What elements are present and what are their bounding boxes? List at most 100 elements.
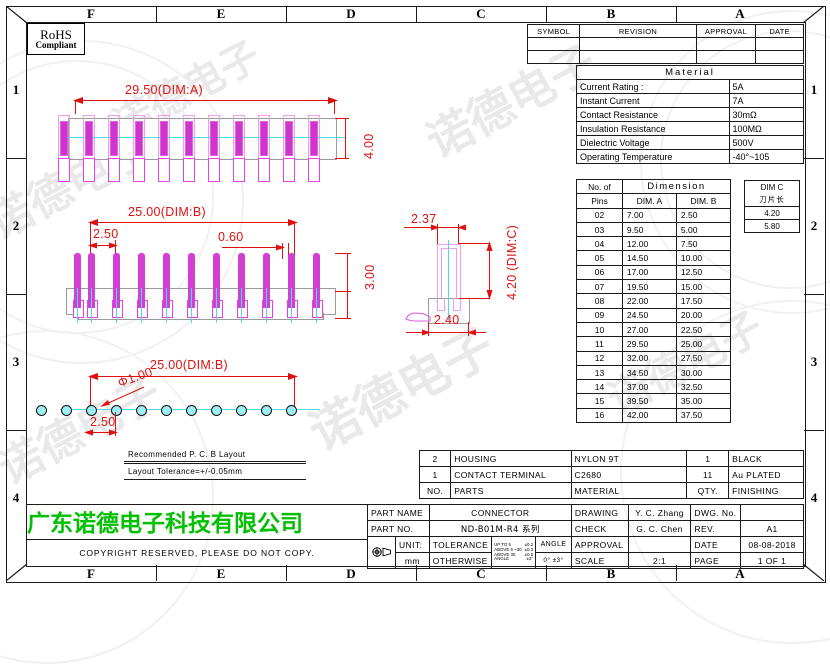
dim-b-value: 32.50	[675, 379, 732, 395]
dim-pins: 03	[576, 221, 623, 238]
dim-pins: 06	[576, 264, 623, 281]
top-view-width-dimension: 29.50(DIM:A)	[125, 83, 203, 97]
pin-tail	[258, 158, 270, 182]
arrow-right-icon	[276, 244, 285, 251]
arrow-right-icon	[431, 224, 440, 231]
zone-tick-bottom	[286, 565, 287, 581]
pcb-layout-tolerance: Layout Tolerance=+/-0.05mm	[128, 467, 243, 476]
extension-line	[335, 318, 351, 319]
zone-label-top: F	[87, 6, 95, 21]
tolerance-label: TOLERANCE	[428, 536, 493, 553]
dim-a-value: 17.00	[621, 264, 677, 281]
dim-c-subheader: 刀片长	[744, 193, 800, 207]
part-name-label: PART NAME	[367, 504, 430, 521]
dim-b-value: 25.00	[675, 336, 732, 352]
table-row: 4.20	[744, 206, 800, 220]
caption-underline	[124, 463, 306, 464]
part-name: CONTACT TERMINAL	[450, 466, 572, 483]
zone-label-right: 2	[810, 218, 818, 233]
pin-centerline	[316, 288, 317, 323]
bill-of-materials-table: 2 HOUSING NYLON 9T 1 BLACK 1 CONTACT TER…	[418, 450, 804, 499]
zone-label-left: 4	[12, 490, 20, 505]
pcb-hole	[261, 405, 272, 416]
dim-b-value: 37.50	[675, 407, 732, 424]
dim-a-value: 29.50	[621, 336, 677, 352]
drawing-label: DRAWING	[570, 504, 629, 521]
pin-centerline	[291, 288, 292, 323]
zone-label-bottom: E	[216, 566, 226, 581]
part-no-label: PART NO.	[367, 520, 430, 537]
table-row: 刀片长	[744, 193, 800, 207]
dim-a-value: 19.50	[621, 279, 677, 295]
table-row: 02 7.00 2.50	[576, 207, 732, 223]
dwg-no-value	[740, 504, 804, 521]
arrow-right-icon	[422, 329, 431, 336]
parts-header-qty: QTY.	[686, 482, 730, 499]
zone-label-left: 2	[12, 218, 20, 233]
pin-tail	[283, 158, 295, 182]
table-row: 07 19.50 15.00	[576, 279, 732, 295]
part-material: NYLON 9T	[570, 450, 688, 467]
dim-a-value: 7.00	[621, 207, 677, 223]
first-angle-projection-icon	[371, 546, 391, 557]
arrow-right-icon	[288, 373, 298, 380]
tolerance-row: ANGLE ±3°	[492, 556, 535, 562]
projection-symbol-cell	[366, 536, 397, 569]
dim-a-value: 24.50	[621, 307, 677, 323]
table-row: Operating Temperature -40°~105	[576, 149, 805, 164]
dim-c-value: 4.20	[744, 206, 800, 220]
check-label: CHECK	[570, 520, 629, 537]
arrow-down-icon	[486, 290, 493, 300]
dim-a-value: 39.50	[621, 393, 677, 409]
pin-contact	[160, 121, 168, 156]
revision-cell	[755, 37, 804, 51]
otherwise-label: OTHERWISE	[428, 552, 493, 569]
dim-b-value: 20.00	[675, 307, 732, 323]
material-label: Insulation Resistance	[576, 121, 730, 136]
table-row: 15 39.50 35.00	[576, 393, 732, 409]
zone-tick-top	[286, 6, 287, 22]
table-row: SYMBOL REVISION APPROVAL DATE	[526, 24, 804, 38]
material-specifications-table: Material Current Rating : 5A Instant Cur…	[576, 65, 805, 164]
arrow-right-icon	[109, 242, 118, 249]
parts-header-finishing: FINISHING	[728, 482, 804, 499]
pcb-hole	[61, 405, 72, 416]
angle-label: ANGLE	[535, 536, 572, 553]
table-row: 13 34.50 30.00	[576, 364, 732, 381]
part-finishing: BLACK	[728, 450, 804, 467]
dim-pins: 14	[576, 379, 623, 395]
arrow-right-icon	[288, 219, 298, 226]
corner-cut-bottom-left	[6, 563, 28, 581]
compliant-label: Compliant	[35, 39, 77, 50]
tolerance-range: ANGLE	[494, 556, 510, 562]
table-row: 06 17.00 12.50	[576, 264, 732, 281]
pcb-layout-caption: Recommended P. C. B Layout	[128, 450, 246, 459]
table-row: PART NAME CONNECTOR DRAWING Y. C. Zhang …	[367, 504, 804, 521]
table-row: NO. PARTS MATERIAL QTY. FINISHING	[418, 482, 804, 499]
table-row: 16 42.00 37.50	[576, 407, 732, 424]
tolerance-values-cell: UP TO 5 ±0.2 ABOVE 5 ~30 ±0.3 ABOVE 30 ±0.5…	[491, 536, 537, 569]
scale-label: SCALE	[570, 552, 629, 569]
table-row: 09 24.50 20.00	[576, 307, 732, 323]
table-row: 14 37.00 32.50	[576, 379, 732, 395]
dimension-line	[90, 222, 295, 223]
dim-pins: 08	[576, 293, 623, 309]
date-label: DATE	[690, 536, 742, 553]
part-qty: 11	[686, 466, 730, 483]
rohs-compliant-badge: RoHS Compliant	[27, 23, 85, 55]
date-value: 08-08-2018	[740, 536, 804, 553]
pin-contact	[135, 121, 143, 156]
table-row: 05 14.50 10.00	[576, 250, 732, 266]
pin-tail	[133, 158, 145, 182]
pin-contact	[185, 121, 193, 156]
table-row: mm OTHERWISE 0° ±3° SCALE 2:1 PAGE 1 OF …	[368, 552, 804, 569]
zone-label-right: 4	[810, 490, 818, 505]
dim-a-value: 27.00	[621, 321, 677, 338]
pin-tail	[158, 158, 170, 182]
table-row: DIM C	[744, 180, 800, 193]
zone-tick-left	[6, 294, 26, 295]
corner-cut-bottom-right	[802, 563, 824, 581]
pin-contact	[310, 121, 318, 156]
revision-cell	[526, 37, 581, 51]
table-row: 12 32.00 27.50	[576, 350, 732, 366]
